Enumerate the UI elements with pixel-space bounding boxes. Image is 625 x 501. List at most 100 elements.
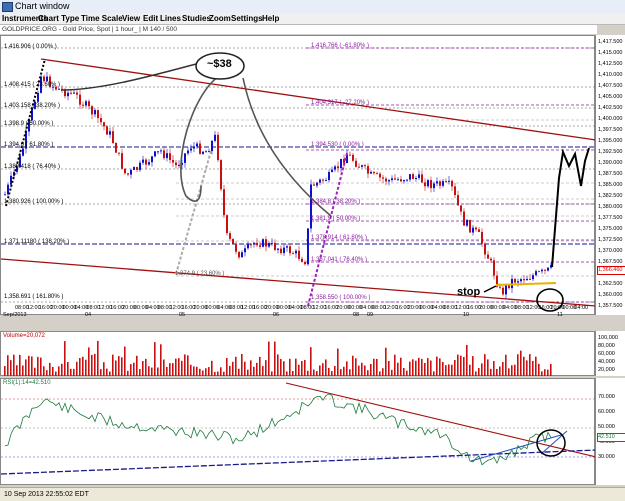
volume-bar	[64, 341, 66, 376]
candle-body	[145, 159, 147, 165]
volume-bar	[13, 354, 15, 376]
candle-body	[88, 101, 90, 107]
fib-lines	[1, 47, 596, 303]
rsi-last-badge: 42.510	[597, 433, 625, 442]
candle-body	[541, 269, 543, 272]
candle-body	[538, 271, 540, 273]
volume-bar	[301, 361, 303, 376]
rsi-line	[4, 393, 552, 466]
label-mid3: 1,394.530 ( 0.00% )	[311, 142, 364, 148]
menu-lines[interactable]: Lines	[160, 14, 181, 23]
candle-body	[193, 146, 195, 149]
menu-studies[interactable]: Studies	[182, 14, 211, 23]
menu-view[interactable]: View	[122, 14, 140, 23]
price-tick: 1,360.000	[598, 292, 623, 298]
volume-bar	[166, 366, 168, 376]
price-tick: 1,375.000	[598, 226, 623, 232]
menu-settings[interactable]: Settings	[231, 14, 263, 23]
candle-body	[292, 253, 294, 255]
label-l3: 1,398.9 ( 50.00% )	[4, 121, 54, 127]
menu-zoom[interactable]: Zoom	[209, 14, 231, 23]
volume-bar	[31, 356, 33, 376]
volume-bar	[49, 362, 51, 376]
candle-body	[136, 167, 138, 170]
volume-bar	[508, 368, 510, 376]
candle-body	[214, 134, 216, 141]
volume-bar	[316, 371, 318, 376]
rsi-tick: 30.000	[598, 454, 615, 460]
candle-body	[67, 92, 69, 97]
candle-body	[73, 92, 75, 94]
volume-pane[interactable]: Volume=20,072	[0, 331, 595, 376]
volume-bar	[100, 369, 102, 376]
candle-body	[148, 162, 150, 165]
volume-bar	[466, 344, 468, 376]
volume-bar	[79, 358, 81, 376]
menu-help[interactable]: Help	[262, 14, 279, 23]
candle-body	[304, 261, 306, 265]
candle-body	[334, 166, 336, 170]
volume-bar	[214, 371, 216, 376]
volume-bar	[244, 361, 246, 376]
candle-body	[271, 242, 273, 244]
volume-bar	[25, 359, 27, 376]
volume-bar	[34, 367, 36, 376]
day-label: 09	[367, 312, 374, 318]
candle-body	[112, 131, 114, 143]
candle-body	[43, 76, 45, 82]
candle-body	[505, 284, 507, 295]
volume-bar	[28, 355, 30, 376]
volume-bar	[499, 366, 501, 376]
candle-body	[385, 178, 387, 182]
price-tick: 1,410.000	[598, 72, 623, 78]
volume-bar	[91, 354, 93, 376]
volume-bar	[415, 360, 417, 376]
candle-body	[247, 244, 249, 249]
menu-edit[interactable]: Edit	[143, 14, 158, 23]
volume-bar	[82, 356, 84, 376]
volume-bar	[232, 361, 234, 376]
lower-trendline	[1, 258, 596, 307]
volume-bar	[67, 361, 69, 376]
candle-body	[355, 160, 357, 167]
candle-body	[397, 179, 399, 181]
candle-body	[478, 229, 480, 232]
candle-body	[4, 194, 6, 196]
label-mid9: 1,374.9 ( 23.60% )	[175, 271, 225, 277]
candle-body	[532, 275, 534, 280]
volume-bar	[217, 371, 219, 376]
volume-bar	[151, 367, 153, 376]
candle-body	[367, 166, 369, 174]
volume-bar	[358, 365, 360, 376]
menu-chart-type[interactable]: Chart Type	[38, 14, 79, 23]
price-chart-pane[interactable]: 1,416.906 ( 0.00% ) 1,408.415 ( 23.60% )…	[0, 35, 596, 318]
volume-bar	[184, 354, 186, 376]
volume-bar	[265, 360, 267, 376]
volume-bar	[199, 368, 201, 376]
candle-body	[484, 243, 486, 255]
day-label: 10	[463, 312, 470, 318]
price-tick: 1,357.500	[598, 303, 623, 309]
menu-time-scale[interactable]: Time Scale	[81, 14, 123, 23]
volume-bar	[391, 369, 393, 376]
volume-bar	[208, 367, 210, 376]
candles	[4, 71, 552, 299]
volume-bar	[325, 359, 327, 376]
stop-arrow	[483, 285, 497, 293]
volume-bar	[52, 366, 54, 376]
volume-bar	[178, 358, 180, 376]
candle-body	[433, 183, 435, 189]
candle-body	[454, 186, 456, 196]
candle-body	[58, 88, 60, 90]
volume-bar	[547, 369, 549, 376]
impulse-purple-dotted	[307, 152, 348, 307]
candle-body	[298, 250, 300, 259]
candle-body	[130, 169, 132, 175]
volume-bar	[496, 368, 498, 376]
label-top-left: 1,416.906 ( 0.00% )	[4, 44, 57, 50]
volume-svg	[4, 340, 552, 376]
rsi-circle-marker	[536, 429, 566, 457]
annotation-curve-mid	[180, 75, 220, 202]
candle-body	[238, 251, 240, 258]
rsi-pane[interactable]: RSI(1):14=42.510	[0, 378, 596, 485]
